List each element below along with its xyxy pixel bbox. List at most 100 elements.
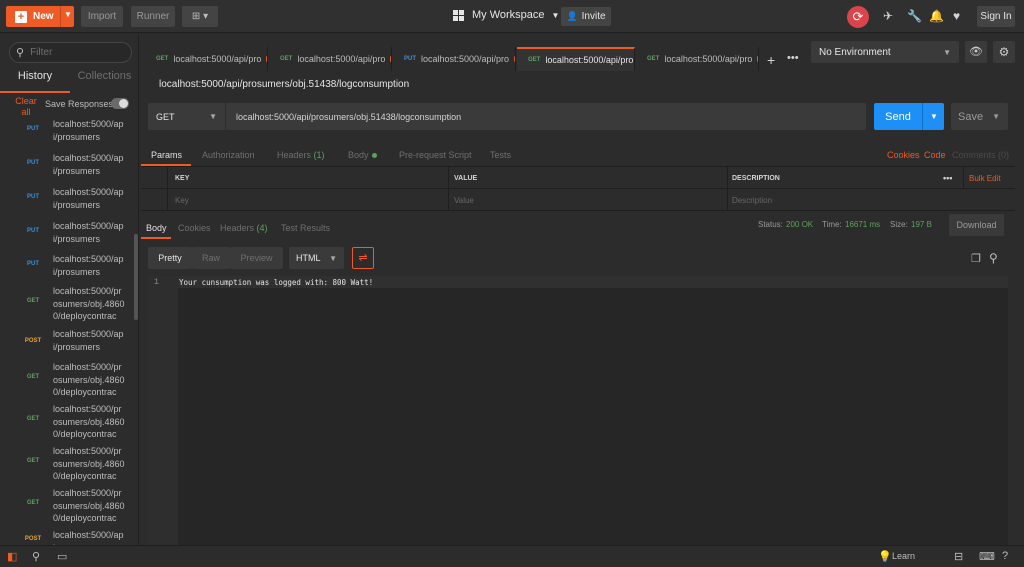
- keyboard-icon[interactable]: ⌨: [979, 550, 995, 563]
- runner-button[interactable]: Runner: [131, 6, 175, 27]
- list-item[interactable]: PUT localhost:5000/api/prosumers: [0, 116, 135, 150]
- request-tab[interactable]: PUT localhost:5000/api/pro: [393, 47, 516, 71]
- response-body-editor[interactable]: 1 Your cunsumption was logged with: 800 …: [148, 276, 1008, 545]
- workspace-selector[interactable]: My Workspace ▼: [453, 9, 559, 21]
- code-link[interactable]: Code: [924, 150, 946, 160]
- gear-icon[interactable]: ⚙: [993, 41, 1015, 63]
- wrap-lines-icon[interactable]: ⇌: [352, 247, 374, 269]
- headers-count: (1): [313, 150, 325, 160]
- tab-prerequest-script[interactable]: Pre-request Script: [399, 150, 472, 160]
- method-badge: PUT: [27, 228, 39, 234]
- sidebar-toggle-icon[interactable]: ◧: [7, 550, 17, 563]
- list-item[interactable]: POST localhost:5000/api: [0, 528, 135, 545]
- headers-count: (4): [256, 223, 268, 233]
- heart-icon[interactable]: ♥: [953, 9, 960, 23]
- bulk-edit-link[interactable]: Bulk Edit: [969, 167, 1001, 189]
- lightbulb-icon[interactable]: 💡: [878, 550, 892, 563]
- comments-link[interactable]: Comments (0): [952, 150, 1009, 160]
- unsaved-dot: [266, 56, 267, 62]
- url-input[interactable]: localhost:5000/api/prosumers/obj.51438/l…: [236, 112, 461, 122]
- bell-icon[interactable]: 🔔: [929, 9, 944, 23]
- save-button[interactable]: Save ▼: [951, 103, 1008, 130]
- caret-down-icon[interactable]: ▼: [64, 10, 72, 19]
- environment-label: No Environment: [819, 46, 891, 58]
- sync-icon[interactable]: ⟳: [847, 6, 869, 28]
- find-icon[interactable]: ⚲: [32, 550, 40, 563]
- help-icon[interactable]: ?: [1002, 550, 1008, 562]
- tab-tests[interactable]: Tests: [490, 150, 511, 160]
- sidebar: ⚲ Filter History Collections Clear all S…: [0, 34, 139, 545]
- tab-params[interactable]: Params: [151, 150, 182, 160]
- response-text: Your cunsumption was logged with: 800 Wa…: [179, 278, 374, 287]
- new-button-label: New: [33, 11, 54, 22]
- params-table: KEY VALUE DESCRIPTION ••• Bulk Edit Key …: [141, 166, 1015, 211]
- tab-response-cookies[interactable]: Cookies: [178, 223, 211, 233]
- time-value: 16671 ms: [845, 220, 881, 229]
- sign-in-button[interactable]: Sign In: [977, 6, 1015, 27]
- filter-input[interactable]: ⚲ Filter: [9, 42, 132, 63]
- send-button[interactable]: Send ▼: [874, 103, 944, 130]
- tab-response-body[interactable]: Body: [146, 223, 167, 233]
- key-input[interactable]: Key: [175, 189, 189, 211]
- add-tab-icon[interactable]: +: [767, 52, 775, 68]
- tab-response-headers[interactable]: Headers (4): [220, 223, 268, 233]
- tab-test-results[interactable]: Test Results: [281, 223, 330, 233]
- satellite-icon[interactable]: ✈: [883, 9, 893, 23]
- size-value: 197 B: [911, 220, 932, 229]
- method-badge: GET: [26, 500, 40, 506]
- list-item[interactable]: POST localhost:5000/api/prosumers: [0, 328, 135, 360]
- cookies-link[interactable]: Cookies: [887, 150, 920, 160]
- invite-button[interactable]: 👤 Invite: [561, 7, 611, 26]
- search-icon[interactable]: ⚲: [989, 251, 998, 265]
- download-button[interactable]: Download: [949, 214, 1004, 236]
- tab-history[interactable]: History: [0, 70, 70, 93]
- list-item[interactable]: PUT localhost:5000/api/prosumers: [0, 184, 135, 218]
- url-bar: GET ▼ localhost:5000/api/prosumers/obj.5…: [148, 103, 866, 130]
- method-select[interactable]: GET ▼: [148, 103, 226, 130]
- copy-icon[interactable]: ❐: [971, 252, 981, 265]
- sidebar-scrollbar[interactable]: [134, 234, 138, 320]
- learn-link[interactable]: Learn: [892, 551, 915, 561]
- format-select[interactable]: HTML ▼: [289, 247, 344, 269]
- tab-body[interactable]: Body: [348, 150, 377, 160]
- request-tab[interactable]: GET localhost:5000/api/pro: [145, 47, 268, 71]
- list-item[interactable]: PUT localhost:5000/api/prosumers: [0, 150, 135, 184]
- new-button[interactable]: + New ▼: [6, 6, 74, 27]
- method-badge: PUT: [27, 160, 39, 166]
- line-number: 1: [154, 278, 159, 287]
- list-item[interactable]: GET localhost:5000/prosumers/obj.48600/d…: [0, 402, 135, 444]
- request-tab-active[interactable]: GET localhost:5000/api/pro: [517, 47, 635, 71]
- environment-select[interactable]: No Environment ▼: [811, 41, 959, 63]
- save-responses-toggle[interactable]: [111, 98, 129, 109]
- list-item[interactable]: GET localhost:5000/prosumers/obj.48600/d…: [0, 360, 135, 402]
- pretty-button[interactable]: Pretty: [148, 247, 192, 269]
- description-input[interactable]: Description: [732, 189, 772, 211]
- preview-button[interactable]: Preview: [230, 247, 283, 269]
- list-item[interactable]: GET localhost:5000/prosumers/obj.48600/d…: [0, 284, 135, 328]
- clear-all-link[interactable]: Clear all: [12, 96, 40, 118]
- layout-icon[interactable]: ⊟: [954, 550, 963, 563]
- method-badge: GET: [26, 374, 40, 380]
- list-item[interactable]: GET localhost:5000/prosumers/obj.48600/d…: [0, 444, 135, 486]
- tab-headers[interactable]: Headers (1): [277, 150, 325, 160]
- request-tab[interactable]: GET localhost:5000/api/pro: [269, 47, 392, 71]
- list-item[interactable]: PUT localhost:5000/api/prosumers: [0, 251, 135, 285]
- caret-down-icon[interactable]: ▼: [930, 112, 938, 121]
- console-icon[interactable]: ▭: [57, 550, 67, 563]
- import-button[interactable]: Import: [81, 6, 123, 27]
- tab-collections[interactable]: Collections: [70, 70, 139, 93]
- list-item[interactable]: GET localhost:5000/prosumers/obj.48600/d…: [0, 486, 135, 528]
- request-tab[interactable]: GET localhost:5000/api/pro: [636, 47, 759, 71]
- wrench-icon[interactable]: 🔧: [907, 9, 922, 23]
- new-window-button[interactable]: ⊞ ▾: [182, 6, 218, 27]
- raw-button[interactable]: Raw: [192, 247, 230, 269]
- more-icon[interactable]: •••: [787, 52, 799, 64]
- caret-down-icon[interactable]: ▼: [992, 112, 1000, 121]
- value-input[interactable]: Value: [454, 189, 474, 211]
- tab-authorization[interactable]: Authorization: [202, 150, 255, 160]
- eye-icon[interactable]: 👁: [965, 41, 987, 63]
- list-item[interactable]: PUT localhost:5000/api/prosumers: [0, 218, 135, 252]
- new-window-icon: ⊞ ▾: [191, 11, 209, 22]
- more-icon[interactable]: •••: [943, 167, 952, 189]
- time-label: Time:: [822, 220, 842, 229]
